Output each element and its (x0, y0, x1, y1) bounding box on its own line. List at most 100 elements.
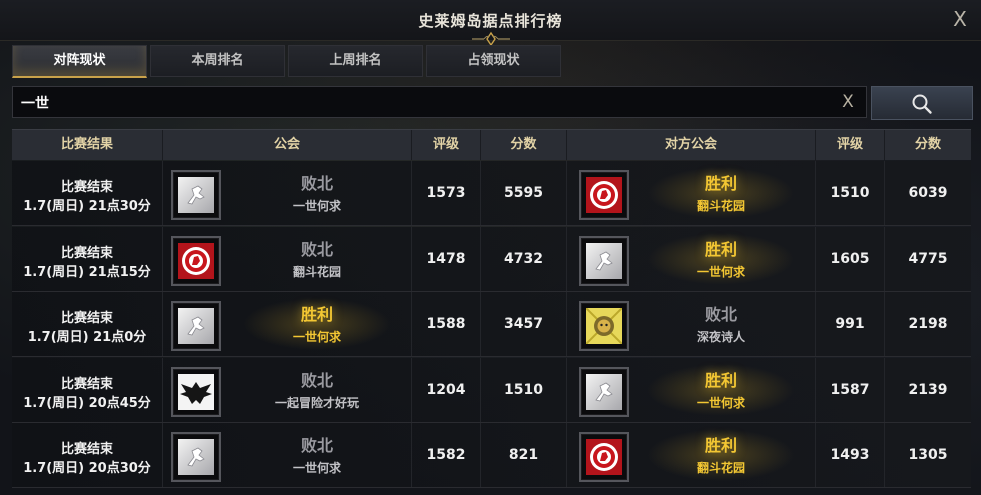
column-header-guild: 公会 (163, 130, 412, 160)
window-title: 史莱姆岛据点排行榜 (418, 12, 563, 30)
result-cell: 比赛结束 1.7(周日) 20点45分 (12, 357, 163, 422)
column-header-rating: 评级 (412, 130, 481, 160)
table-row: 比赛结束 1.7(周日) 20点45分 败北 一起冒险才好玩 1204 1510 (12, 357, 971, 423)
column-header-opponent: 对方公会 (567, 130, 816, 160)
match-outcome: 胜利 (704, 174, 737, 193)
search-icon (912, 94, 932, 114)
guild-cell: 胜利 一世何求 (163, 292, 412, 356)
guild-name[interactable]: 一世何求 (223, 328, 411, 345)
opponent-cell: 胜利 翻斗花园 (567, 161, 816, 225)
white-flag-emblem (579, 366, 629, 417)
match-time: 1.7(周日) 21点15分 (23, 264, 151, 280)
column-header-result: 比赛结果 (12, 130, 163, 160)
guild-rating: 1573 (412, 161, 481, 225)
guild-name[interactable]: 翻斗花园 (223, 263, 411, 280)
white-flag-emblem (171, 432, 221, 482)
result-cell: 比赛结束 1.7(周日) 20点30分 (12, 423, 163, 487)
white-flag-emblem (171, 301, 221, 351)
tab-match-status[interactable]: 对阵现状 (12, 45, 147, 78)
tab-this-week-ranking[interactable]: 本周排名 (150, 45, 285, 77)
match-outcome: 胜利 (704, 239, 737, 259)
column-header-score: 分数 (481, 130, 567, 160)
table-row: 比赛结束 1.7(周日) 21点0分 胜利 一世何求 1588 3457 败北 … (12, 292, 971, 357)
match-time: 1.7(周日) 20点30分 (23, 461, 151, 476)
guild-rating: 1588 (412, 292, 481, 356)
match-time: 1.7(周日) 21点0分 (27, 330, 147, 345)
white-flag-emblem (579, 235, 629, 286)
opponent-score: 1305 (908, 447, 948, 463)
opponent-rating: 1493 (816, 423, 885, 487)
table-row: 比赛结束 1.7(周日) 21点30分 败北 一世何求 1573 5595 胜利… (12, 161, 971, 226)
guild-name[interactable]: 翻斗花园 (627, 459, 815, 476)
match-status: 比赛结束 (60, 442, 113, 457)
guild-name[interactable]: 翻斗花园 (627, 197, 815, 214)
match-outcome: 胜利 (300, 305, 333, 324)
title-bar: 史莱姆岛据点排行榜 X (0, 0, 981, 47)
opponent-score: 4775 (908, 250, 948, 267)
guild-rating: 1582 (412, 423, 481, 487)
match-outcome: 胜利 (704, 370, 737, 390)
guild-name[interactable]: 一世何求 (223, 197, 411, 214)
guild-cell: 败北 翻斗花园 (163, 226, 412, 291)
guild-rating: 1478 (412, 226, 481, 291)
opponent-score: 2139 (908, 381, 948, 398)
opponent-rating: 1510 (816, 161, 885, 225)
guild-name[interactable]: 深夜诗人 (627, 328, 815, 345)
match-status: 比赛结束 (60, 180, 113, 195)
clear-search-button[interactable]: X (838, 91, 858, 113)
match-status: 比赛结束 (60, 311, 113, 326)
match-time: 1.7(周日) 20点45分 (23, 395, 151, 411)
guild-score: 1510 (481, 357, 567, 422)
lion-emblem (579, 301, 629, 351)
red-shield-emblem (579, 432, 629, 482)
match-outcome: 败北 (300, 370, 333, 390)
table-header: 比赛结果 公会 评级 分数 对方公会 评级 分数 (12, 129, 971, 160)
tab-last-week-ranking[interactable]: 上周排名 (288, 45, 423, 77)
match-outcome: 败北 (300, 436, 333, 455)
search-input[interactable] (19, 87, 833, 119)
opponent-cell: 败北 深夜诗人 (567, 292, 816, 356)
opponent-score: 2198 (908, 316, 948, 332)
red-shield-emblem (171, 235, 221, 286)
table-row: 比赛结束 1.7(周日) 20点30分 败北 一世何求 1582 821 胜利 … (12, 423, 971, 488)
guild-score: 3457 (481, 292, 567, 356)
guild-name[interactable]: 一起冒险才好玩 (223, 394, 411, 411)
guild-score: 4732 (481, 226, 567, 291)
match-outcome: 败北 (300, 174, 333, 193)
result-cell: 比赛结束 1.7(周日) 21点0分 (12, 292, 163, 356)
tab-bar: 对阵现状 本周排名 上周排名 占领现状 (12, 45, 564, 78)
black-eagle-emblem (171, 366, 221, 417)
match-outcome: 胜利 (704, 436, 737, 455)
guild-score: 821 (481, 423, 567, 487)
guild-name[interactable]: 一世何求 (223, 459, 411, 476)
search-button[interactable] (871, 86, 973, 120)
guild-cell: 败北 一起冒险才好玩 (163, 357, 412, 422)
red-shield-emblem (579, 170, 629, 220)
match-status: 比赛结束 (60, 245, 113, 261)
guild-rating: 1204 (412, 357, 481, 422)
white-flag-emblem (171, 170, 221, 220)
guild-score: 5595 (481, 161, 567, 225)
opponent-cell: 胜利 一世何求 (567, 226, 816, 291)
search-box: X (12, 86, 867, 119)
close-button[interactable]: X (949, 8, 971, 30)
result-cell: 比赛结束 1.7(周日) 21点15分 (12, 226, 163, 291)
guild-name[interactable]: 一世何求 (627, 394, 815, 411)
table-row: 比赛结束 1.7(周日) 21点15分 败北 翻斗花园 1478 4732 胜利… (12, 226, 971, 292)
opponent-cell: 胜利 一世何求 (567, 357, 816, 422)
tab-occupation-status[interactable]: 占领现状 (426, 45, 561, 77)
column-header-opp-score: 分数 (914, 137, 941, 152)
column-header-opp-rating: 评级 (816, 130, 885, 160)
opponent-rating: 991 (816, 292, 885, 356)
match-outcome: 败北 (300, 239, 333, 259)
match-time: 1.7(周日) 21点30分 (23, 199, 151, 214)
opponent-rating: 1605 (816, 226, 885, 291)
opponent-rating: 1587 (816, 357, 885, 422)
match-outcome: 败北 (704, 305, 737, 324)
result-cell: 比赛结束 1.7(周日) 21点30分 (12, 161, 163, 225)
guild-name[interactable]: 一世何求 (627, 263, 815, 280)
guild-cell: 败北 一世何求 (163, 423, 412, 487)
match-status: 比赛结束 (60, 376, 113, 392)
guild-cell: 败北 一世何求 (163, 161, 412, 225)
opponent-cell: 胜利 翻斗花园 (567, 423, 816, 487)
